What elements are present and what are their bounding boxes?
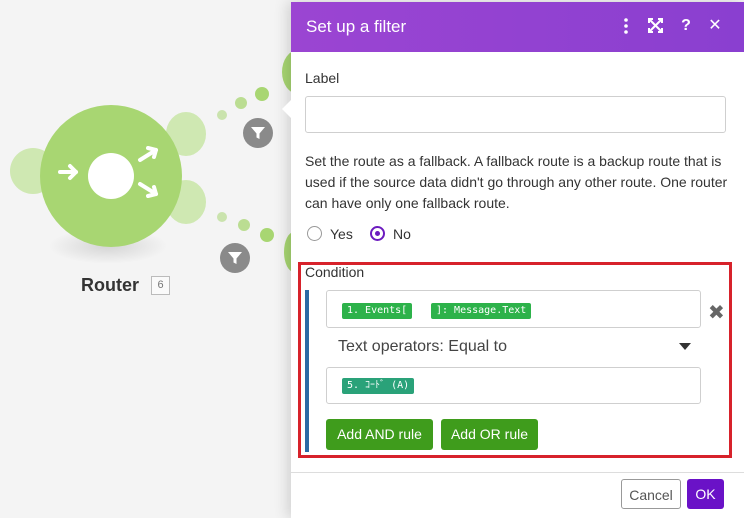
label-input[interactable] (305, 96, 726, 133)
rule-group-bar (305, 290, 309, 452)
chevron-down-icon[interactable] (679, 343, 691, 350)
add-and-rule-button[interactable]: Add AND rule (326, 419, 433, 450)
help-icon[interactable]: ? (675, 15, 697, 37)
fallback-yes-radio[interactable] (307, 226, 322, 241)
variable-chip[interactable]: ]: Message.Text (431, 303, 532, 319)
router-module[interactable] (40, 105, 182, 247)
expand-icon[interactable] (644, 15, 666, 37)
add-or-rule-button[interactable]: Add OR rule (441, 419, 538, 450)
variable-chip[interactable]: 5. ｺｰﾄﾞ (A) (342, 378, 415, 394)
remove-rule-icon[interactable]: ✖ (708, 300, 725, 325)
route-connector-dot (217, 212, 227, 222)
route-filter-icon[interactable] (220, 243, 250, 273)
condition-label: Condition (305, 264, 365, 280)
fallback-description: Set the route as a fallback. A fallback … (305, 153, 728, 211)
route-connector-dot (217, 110, 227, 120)
variable-chip[interactable]: 1. Events[ (342, 303, 413, 319)
router-label: Router (81, 275, 139, 295)
more-vertical-icon[interactable] (615, 15, 637, 37)
fallback-yes-label[interactable]: Yes (330, 226, 353, 242)
fallback-no-radio[interactable] (370, 226, 385, 241)
condition-operand-b[interactable]: 5. ｺｰﾄﾞ (A) (326, 367, 701, 404)
operator-select[interactable]: Text operators: Equal to (338, 338, 507, 356)
footer-divider (291, 472, 744, 473)
fallback-no-label[interactable]: No (393, 226, 411, 242)
condition-operand-a[interactable]: 1. Events[ ]: Message.Text (326, 290, 701, 328)
dialog-header: Set up a filter ? ✕ (291, 2, 744, 52)
ok-button[interactable]: OK (687, 479, 724, 509)
route-filter-icon[interactable] (243, 118, 273, 148)
router-id-badge: 6 (151, 276, 170, 295)
dialog-title: Set up a filter (306, 17, 407, 36)
route-connector-dot (255, 87, 269, 101)
label-field-label: Label (305, 70, 340, 86)
cancel-button[interactable]: Cancel (621, 479, 681, 509)
route-connector-dot (238, 219, 250, 231)
filter-setup-dialog: Set up a filter ? ✕ Label Set the route … (282, 2, 744, 518)
route-connector-dot (260, 228, 274, 242)
close-icon[interactable]: ✕ (704, 15, 726, 37)
dialog-pointer (282, 100, 291, 118)
router-arrows-icon (58, 146, 158, 198)
route-connector-dot (235, 97, 247, 109)
